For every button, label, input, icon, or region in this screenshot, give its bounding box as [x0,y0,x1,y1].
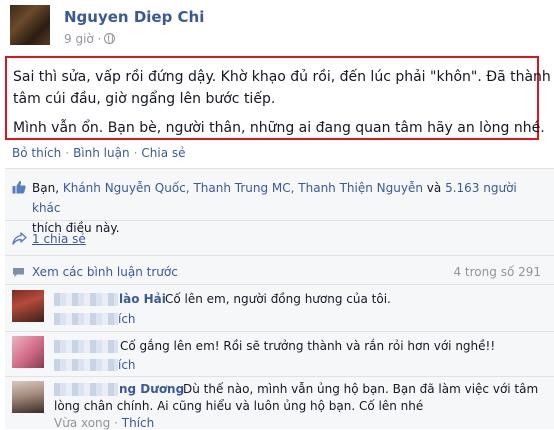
separator: · [133,146,138,160]
post-text-paragraph-2: Mình vẫn ổn. Bạn bè, người thân, những a… [13,120,545,136]
view-previous-comments[interactable]: Xem các bình luận trước [32,265,178,279]
commenter-avatar[interactable] [12,290,44,322]
post-actions: Bỏ thích · Bình luận · Chia sẻ [12,146,186,160]
divider [5,255,554,256]
post-time[interactable]: 9 giờ · [64,32,101,46]
divider [5,331,554,332]
unlike-link[interactable]: Bỏ thích [12,146,61,160]
comment-link[interactable]: Bình luận [73,146,130,160]
redacted-meta [54,313,118,325]
redacted-name [54,383,118,396]
comment-icon [13,268,24,277]
commenter-avatar[interactable] [12,381,44,413]
comment-text-line-1: Dù thế nào, mình vẫn ủng hộ bạn. Bạn đã … [183,382,539,396]
divider [5,284,554,285]
divider [5,376,554,377]
author-name[interactable]: Nguyen Diep Chi [64,8,204,26]
shares-count-link[interactable]: 1 chia sẻ [32,232,86,246]
likes-you: Bạn, [32,181,60,195]
globe-icon[interactable] [104,33,115,44]
comment-count: 4 trong số 291 [453,265,541,279]
post-body: Sai thì sửa, vấp rồi đứng dậy. Khờ khạo … [5,56,551,140]
commenter-name[interactable]: lào Hải [119,292,166,306]
comment-like-link[interactable]: ích [118,358,136,372]
thumbs-up-icon [12,180,26,194]
liker-name[interactable]: Thanh Trung MC, [193,181,294,195]
share-icon [12,232,27,245]
redacted-name [54,293,118,306]
post-text-line-2: tâm cúi đầu, giờ ngẩng lên bước tiếp. [13,91,276,107]
liker-name[interactable]: Khánh Nguyễn Quốc, [63,181,190,195]
likes-and: và [426,181,442,195]
commenter-avatar[interactable] [12,336,44,368]
likes-summary: Bạn, Khánh Nguyễn Quốc, Thanh Trung MC, … [32,178,542,238]
liker-name[interactable]: Thanh Thiện Nguyễn [298,181,423,195]
redacted-name [54,340,118,353]
comment-text: Cố gắng lên em! Rồi sẽ trưởng thành và r… [120,339,496,353]
post-text-line-1: Sai thì sửa, vấp rồi đứng dậy. Khờ khạo … [13,69,551,85]
separator: · [65,146,70,160]
redacted-meta [54,359,118,371]
author-avatar[interactable] [10,5,50,45]
comment-like-link[interactable]: ích [118,312,136,326]
comment-text: Cố lên em, người đồng hương của tôi. [165,292,391,306]
share-link[interactable]: Chia sẻ [141,146,185,160]
comment-text-line-2: lòng chân chính. Ai cũng hiểu và luôn ủn… [54,399,424,413]
commenter-name[interactable]: ng Dương [119,382,184,396]
